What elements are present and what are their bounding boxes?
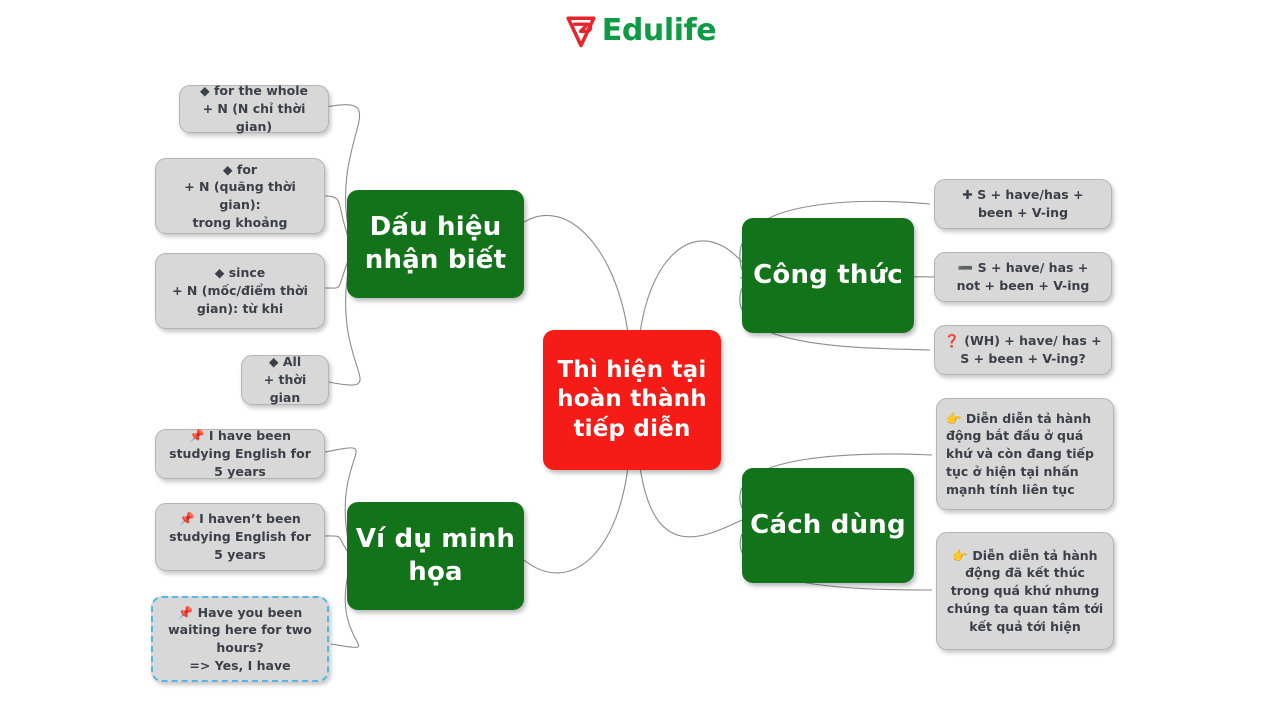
mindmap-canvas: Edulife Thì hiện tại hoàn thành tiếp diễ… — [0, 0, 1280, 720]
red-diamond-icon: ◆ — [268, 354, 283, 370]
red-diamond-icon: ◆ — [214, 265, 229, 281]
pushpin-icon: 📌 — [179, 511, 200, 527]
branch-label-vi-du: Ví dụ minh họa — [355, 523, 516, 587]
leaf-text-usage-continuing: 👉 Diễn diễn tả hành động bắt đầu ở quá k… — [946, 410, 1094, 497]
root-node[interactable]: Thì hiện tại hoàn thành tiếp diễn — [543, 330, 721, 470]
leaf-text-for: ◆ for + N (quãng thời gian): trong khoảng — [184, 161, 296, 230]
pushpin-icon: 📌 — [188, 428, 209, 444]
pointing-hand-icon: 👉 — [952, 547, 973, 563]
root-node-label: Thì hiện tại hoàn thành tiếp diễn — [557, 356, 707, 442]
leaf-text-example-question: 📌 Have you been waiting here for two hou… — [168, 604, 312, 673]
leaf-node-example-negative[interactable]: 📌 I haven’t been studying English for 5 … — [155, 503, 325, 571]
minus-sign-icon: ➖ — [957, 260, 978, 276]
leaf-node-formula-negative[interactable]: ➖ S + have/ has + not + been + V-ing — [934, 252, 1112, 302]
leaf-text-formula-negative: ➖ S + have/ has + not + been + V-ing — [956, 260, 1090, 293]
branch-label-dau-hieu: Dấu hiệu nhận biết — [364, 211, 507, 275]
pointing-hand-icon: 👉 — [946, 410, 966, 426]
leaf-text-formula-question: ❓ (WH) + have/ has + S + been + V-ing? — [944, 333, 1102, 366]
pushpin-icon: 📌 — [177, 604, 198, 620]
branch-node-cong-thuc[interactable]: Công thức — [742, 218, 914, 333]
red-diamond-icon: ◆ — [199, 83, 214, 99]
branch-node-cach-dung[interactable]: Cách dùng — [742, 468, 914, 583]
leaf-text-usage-result: 👉 Diễn diễn tả hành động đã kết thúc tro… — [946, 547, 1104, 634]
leaf-node-usage-result[interactable]: 👉 Diễn diễn tả hành động đã kết thúc tro… — [936, 532, 1114, 650]
leaf-node-for[interactable]: ◆ for + N (quãng thời gian): trong khoảng — [155, 158, 325, 234]
leaf-text-since: ◆ since + N (mốc/điểm thời gian): từ khi — [172, 265, 308, 316]
leaf-text-example-affirmative: 📌 I have been studying English for 5 yea… — [169, 428, 311, 479]
leaf-node-for-the-whole[interactable]: ◆ for the whole + N (N chỉ thời gian) — [179, 83, 329, 134]
leaf-text-formula-affirmative: ✚ S + have/has + been + V-ing — [962, 187, 1084, 220]
branch-node-vi-du[interactable]: Ví dụ minh họa — [347, 502, 524, 610]
question-mark-icon: ❓ — [944, 333, 965, 349]
leaf-text-for-the-whole: ◆ for the whole + N (N chỉ thời gian) — [199, 83, 308, 134]
leaf-node-formula-question[interactable]: ❓ (WH) + have/ has + S + been + V-ing? — [934, 325, 1112, 375]
leaf-node-example-affirmative[interactable]: 📌 I have been studying English for 5 yea… — [155, 428, 325, 479]
branch-node-dau-hieu[interactable]: Dấu hiệu nhận biết — [347, 190, 524, 298]
leaf-node-formula-affirmative[interactable]: ✚ S + have/has + been + V-ing — [934, 179, 1112, 229]
leaf-node-usage-continuing[interactable]: 👉 Diễn diễn tả hành động bắt đầu ở quá k… — [936, 398, 1114, 510]
leaf-node-since[interactable]: ◆ since + N (mốc/điểm thời gian): từ khi — [155, 253, 325, 329]
plus-sign-icon: ✚ — [962, 187, 978, 203]
leaf-node-example-question[interactable]: 📌 Have you been waiting here for two hou… — [151, 596, 329, 682]
leaf-node-all[interactable]: ◆ All + thời gian — [241, 354, 329, 405]
leaf-text-all: ◆ All + thời gian — [263, 354, 307, 405]
branch-label-cong-thuc: Công thức — [753, 259, 903, 290]
red-diamond-icon: ◆ — [222, 161, 237, 177]
leaf-text-example-negative: 📌 I haven’t been studying English for 5 … — [169, 511, 311, 562]
branch-label-cach-dung: Cách dùng — [750, 509, 906, 540]
